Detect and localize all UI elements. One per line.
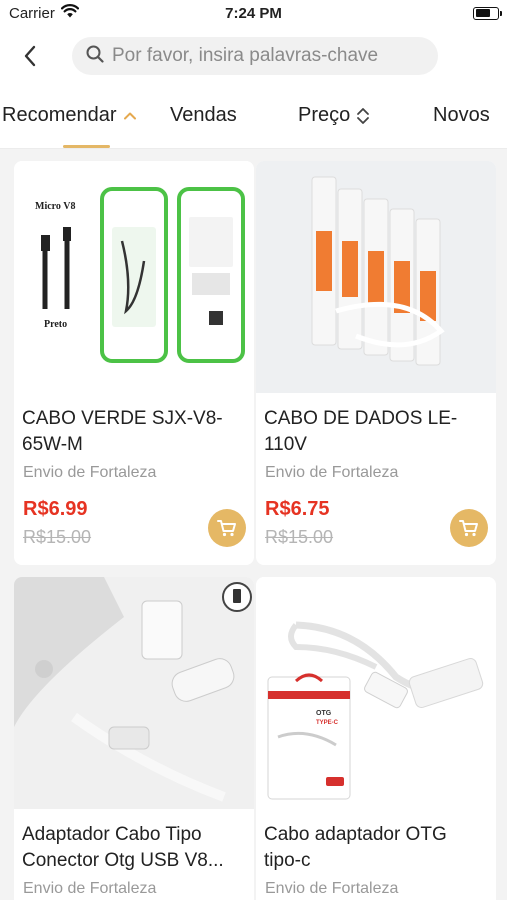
status-left: Carrier [9, 4, 79, 22]
product-origin: Envio de Fortaleza [265, 880, 399, 897]
product-image-cable-boxes [256, 161, 496, 393]
product-origin: Envio de Fortaleza [265, 464, 399, 481]
search-input[interactable] [112, 45, 432, 67]
product-image-label: TYPE-C [316, 720, 339, 726]
status-bar: Carrier 7:24 PM [0, 0, 507, 26]
product-grid: Micro V8 Preto CABO VERDE SJX-V8-65W-M E… [0, 149, 507, 900]
product-title: CABO VERDE SJX-V8-65W-M [22, 408, 223, 455]
product-card[interactable]: CABO DE DADOS LE-110V Envio de Fortaleza… [256, 161, 496, 565]
back-button[interactable] [0, 26, 60, 86]
tab-label: Recomendar [2, 104, 117, 126]
product-origin: Envio de Fortaleza [23, 880, 157, 897]
search-icon [86, 45, 104, 68]
tab-novos[interactable]: Novos [433, 104, 490, 127]
product-origin: Envio de Fortaleza [23, 464, 157, 481]
product-image-otg-adapter [14, 577, 254, 809]
tab-vendas[interactable]: Vendas [170, 104, 237, 127]
tab-label: Vendas [170, 104, 237, 126]
add-to-cart-button[interactable] [208, 509, 246, 547]
tab-recomendar[interactable]: Recomendar [2, 104, 137, 127]
product-image-label: Preto [44, 319, 67, 330]
product-title: CABO DE DADOS LE-110V [264, 408, 458, 455]
wifi-icon [60, 4, 79, 22]
product-image-label: Micro V8 [35, 201, 75, 212]
tab-preco[interactable]: Preço [298, 104, 370, 127]
sort-tabs: Recomendar Vendas Preço Novos [0, 88, 507, 148]
chevron-up-icon [123, 112, 136, 120]
product-title: Cabo adaptador OTG tipo-c [264, 824, 447, 871]
product-image-otg-typec: OTG TYPE-C [256, 577, 496, 809]
product-card[interactable]: Micro V8 Preto CABO VERDE SJX-V8-65W-M E… [14, 161, 254, 565]
cart-icon [217, 520, 236, 537]
product-image-cable-green: Micro V8 Preto [14, 161, 254, 393]
chevron-left-icon [24, 45, 36, 67]
product-image-label: OTG [316, 710, 332, 717]
cart-icon [459, 520, 478, 537]
sort-icon [357, 107, 370, 124]
product-card[interactable]: OTG TYPE-C Cabo adaptador OTG tipo-c Env… [256, 577, 496, 900]
product-card[interactable]: Adaptador Cabo Tipo Conector Otg USB V8.… [14, 577, 254, 900]
tab-label: Novos [433, 104, 490, 126]
search-header [0, 26, 507, 86]
search-bar[interactable] [72, 37, 438, 75]
tab-label: Preço [298, 104, 351, 126]
product-title: Adaptador Cabo Tipo Conector Otg USB V8.… [22, 824, 224, 871]
carrier-label: Carrier [9, 4, 55, 22]
add-to-cart-button[interactable] [450, 509, 488, 547]
battery-icon [473, 6, 502, 20]
battery-level [475, 9, 491, 17]
